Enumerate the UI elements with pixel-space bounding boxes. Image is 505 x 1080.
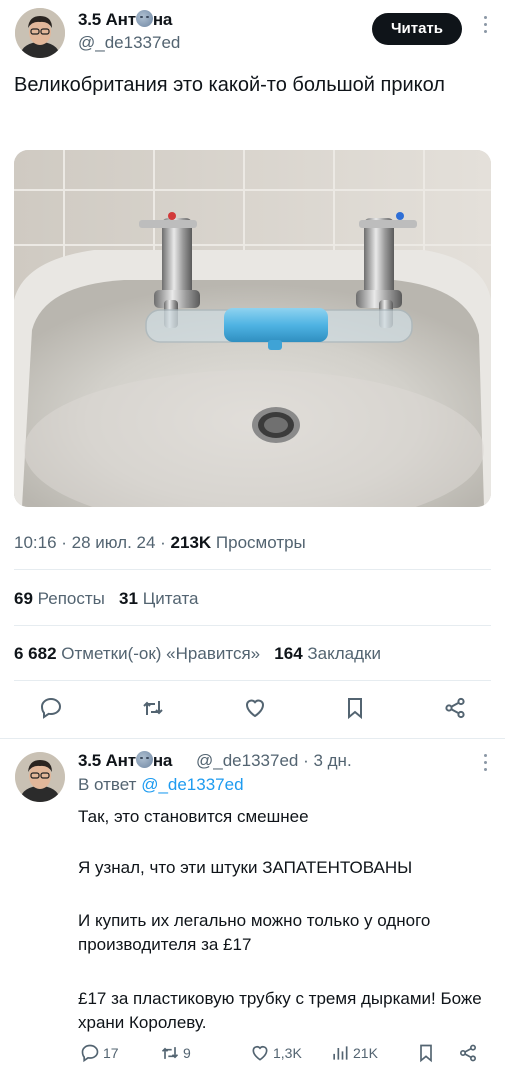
- retweet-icon[interactable]: [138, 693, 168, 723]
- repost-quote-stats: 69 Репосты 31 Цитата: [14, 589, 199, 609]
- reply-like-button[interactable]: 1,3K: [250, 1043, 302, 1063]
- likes-count[interactable]: 6 682: [14, 644, 57, 663]
- reply-retweet-button[interactable]: 9: [160, 1043, 191, 1063]
- reply-icon[interactable]: [36, 693, 66, 723]
- reply-to-handle[interactable]: @_de1337ed: [141, 775, 243, 794]
- reply-share-button[interactable]: [458, 1043, 478, 1063]
- reply-more-options-icon[interactable]: [482, 754, 488, 776]
- reply-paragraph: Так, это становится смешнее: [78, 807, 309, 826]
- quotes-count[interactable]: 31: [119, 589, 138, 608]
- author-name-part1: 3.5 Ант: [78, 10, 136, 29]
- divider: [14, 569, 491, 570]
- bookmark-icon[interactable]: [340, 693, 370, 723]
- reply-reposts-count: 9: [183, 1045, 191, 1061]
- reposts-count[interactable]: 69: [14, 589, 33, 608]
- reply-bookmark-button[interactable]: [416, 1043, 436, 1063]
- reply-reply-button[interactable]: 17: [80, 1043, 119, 1063]
- like-icon: [252, 1045, 268, 1061]
- likes-label[interactable]: Отметки(-ок) «Нравится»: [61, 644, 260, 663]
- like-icon[interactable]: [240, 693, 270, 723]
- bookmark-icon: [420, 1044, 432, 1063]
- divider: [14, 625, 491, 626]
- reply-views-button[interactable]: 21K: [330, 1043, 378, 1063]
- follow-button[interactable]: Читать: [372, 13, 462, 45]
- tweet-timestamp[interactable]: 10:16 · 28 июл. 24 ·: [14, 533, 171, 552]
- more-options-icon[interactable]: [482, 16, 488, 38]
- tweet-meta: 10:16 · 28 июл. 24 · 213K Просмотры: [14, 533, 306, 553]
- share-icon[interactable]: [440, 693, 470, 723]
- author-name-part2: на: [152, 10, 173, 29]
- reply-action-bar: 17 9 1,3K 21K: [0, 1043, 505, 1071]
- reply-paragraph: И купить их легально можно только у одно…: [78, 911, 431, 954]
- reply-to-label: В ответ: [78, 775, 137, 794]
- tweet-action-bar: [0, 693, 505, 727]
- bookmarks-label[interactable]: Закладки: [307, 644, 381, 663]
- reply-views-count: 21K: [353, 1045, 378, 1061]
- reply-paragraph: Я узнал, что эти штуки ЗАПАТЕНТОВАНЫ: [78, 858, 413, 877]
- quotes-label[interactable]: Цитата: [143, 589, 199, 608]
- author-name[interactable]: 3.5 Ант на: [78, 10, 172, 30]
- divider: [0, 738, 505, 739]
- reply-replies-count: 17: [103, 1045, 119, 1061]
- divider: [14, 680, 491, 681]
- likes-bookmarks-stats: 6 682 Отметки(-ок) «Нравится» 164 Заклад…: [14, 644, 381, 664]
- views-label: Просмотры: [215, 533, 306, 552]
- moon-emoji-icon: [135, 10, 153, 27]
- retweet-icon: [161, 1047, 179, 1059]
- bookmarks-count[interactable]: 164: [274, 644, 302, 663]
- reply-author-name-part1: 3.5 Ант: [78, 751, 136, 770]
- reply-paragraph: £17 за пластиковую трубку с тремя дыркам…: [78, 989, 482, 1032]
- reply-handle-time[interactable]: @_de1337ed · 3 дн.: [196, 751, 352, 771]
- reply-author-name[interactable]: 3.5 Ант на: [78, 751, 172, 771]
- tweet-text: Великобритания это какой-то большой прик…: [14, 74, 445, 96]
- author-handle[interactable]: @_de1337ed: [78, 33, 180, 53]
- author-avatar[interactable]: [15, 8, 65, 58]
- moon-emoji-icon: [135, 751, 153, 768]
- views-count: 213K: [170, 533, 212, 552]
- views-icon: [333, 1046, 348, 1060]
- reply-icon: [81, 1044, 99, 1063]
- reply-author-avatar[interactable]: [15, 752, 65, 802]
- reply-author-name-part2: на: [152, 751, 173, 770]
- tweet-photo[interactable]: [14, 150, 491, 507]
- reply-to-line: В ответ @_de1337ed: [78, 775, 244, 795]
- reposts-label[interactable]: Репосты: [38, 589, 105, 608]
- reply-likes-count: 1,3K: [273, 1045, 302, 1061]
- share-icon: [460, 1044, 476, 1062]
